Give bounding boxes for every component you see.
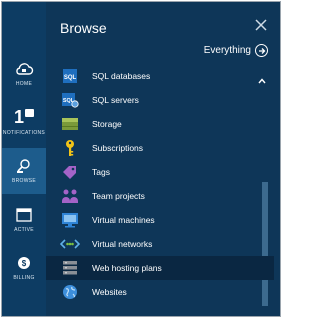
list-item-storage[interactable]: Storage: [60, 112, 260, 136]
notification-count: 1: [13, 107, 24, 127]
close-icon: [255, 19, 267, 31]
list-item-label: Virtual machines: [92, 215, 155, 225]
list-item-label: Tags: [92, 167, 110, 177]
list-item-label: SQL databases: [92, 71, 151, 81]
team-projects-icon: [60, 187, 80, 205]
list-item-label: Websites: [92, 287, 127, 297]
arrow-right-icon: [255, 44, 268, 57]
browse-window: HOME 1 NOTIFICATIONS BROWSE ACTIVE $ BIL…: [1, 1, 281, 317]
storage-icon: [60, 115, 80, 133]
list-item-sql-databases[interactable]: SQL SQL databases: [60, 64, 260, 88]
everything-link[interactable]: Everything: [204, 44, 268, 57]
list-item-virtual-networks[interactable]: Virtual networks: [60, 232, 260, 256]
nav-rail: HOME 1 NOTIFICATIONS BROWSE ACTIVE $ BIL…: [2, 2, 46, 316]
rail-item-home[interactable]: HOME: [2, 52, 46, 96]
tag-icon: [60, 163, 80, 181]
list-item-team-projects[interactable]: Team projects: [60, 184, 260, 208]
notification-icon: 1: [14, 108, 34, 126]
globe-icon: [60, 283, 80, 301]
scrollbar-thumb[interactable]: [262, 182, 268, 306]
rail-label-billing: BILLING: [13, 275, 35, 281]
browse-list: SQL SQL databases SQL SQL servers Storag…: [46, 64, 274, 304]
rail-item-notifications[interactable]: 1 NOTIFICATIONS: [2, 100, 46, 144]
sql-database-icon: SQL: [60, 67, 80, 85]
list-item-label: Virtual networks: [92, 239, 153, 249]
rail-label-notifications: NOTIFICATIONS: [2, 130, 46, 136]
list-item-subscriptions[interactable]: Subscriptions: [60, 136, 260, 160]
rail-label-active: ACTIVE: [14, 227, 34, 233]
rail-label-browse: BROWSE: [11, 178, 37, 184]
cloud-icon: [14, 61, 34, 77]
web-hosting-plan-icon: [60, 259, 80, 277]
list-item-tags[interactable]: Tags: [60, 160, 260, 184]
list-item-sql-servers[interactable]: SQL SQL servers: [60, 88, 260, 112]
active-icon: [14, 207, 34, 223]
list-item-label: Subscriptions: [92, 143, 144, 153]
browse-icon: [14, 158, 34, 174]
list-item-label: Team projects: [92, 191, 145, 201]
list-item-label: Web hosting plans: [92, 263, 162, 273]
list-item-websites[interactable]: Websites: [60, 280, 260, 304]
virtual-machine-icon: [60, 211, 80, 229]
key-icon: [60, 139, 80, 157]
sql-server-icon: SQL: [60, 91, 80, 109]
page-title: Browse: [60, 20, 107, 36]
list-item-label: SQL servers: [92, 95, 139, 105]
rail-item-browse[interactable]: BROWSE: [2, 148, 46, 194]
rail-item-active[interactable]: ACTIVE: [2, 198, 46, 242]
virtual-network-icon: [60, 235, 80, 253]
everything-label: Everything: [203, 45, 251, 56]
close-button[interactable]: [254, 18, 268, 32]
list-item-virtual-machines[interactable]: Virtual machines: [60, 208, 260, 232]
list-item-label: Storage: [92, 119, 122, 129]
billing-icon: $: [14, 255, 34, 271]
list-item-web-hosting-plans[interactable]: Web hosting plans: [46, 256, 274, 280]
browse-panel: Browse Everything SQL SQL databases SQL …: [46, 2, 280, 316]
rail-label-home: HOME: [15, 81, 33, 87]
svg-text:$: $: [22, 259, 27, 268]
svg-text:SQL: SQL: [64, 75, 77, 81]
rail-item-billing[interactable]: $ BILLING: [2, 246, 46, 290]
